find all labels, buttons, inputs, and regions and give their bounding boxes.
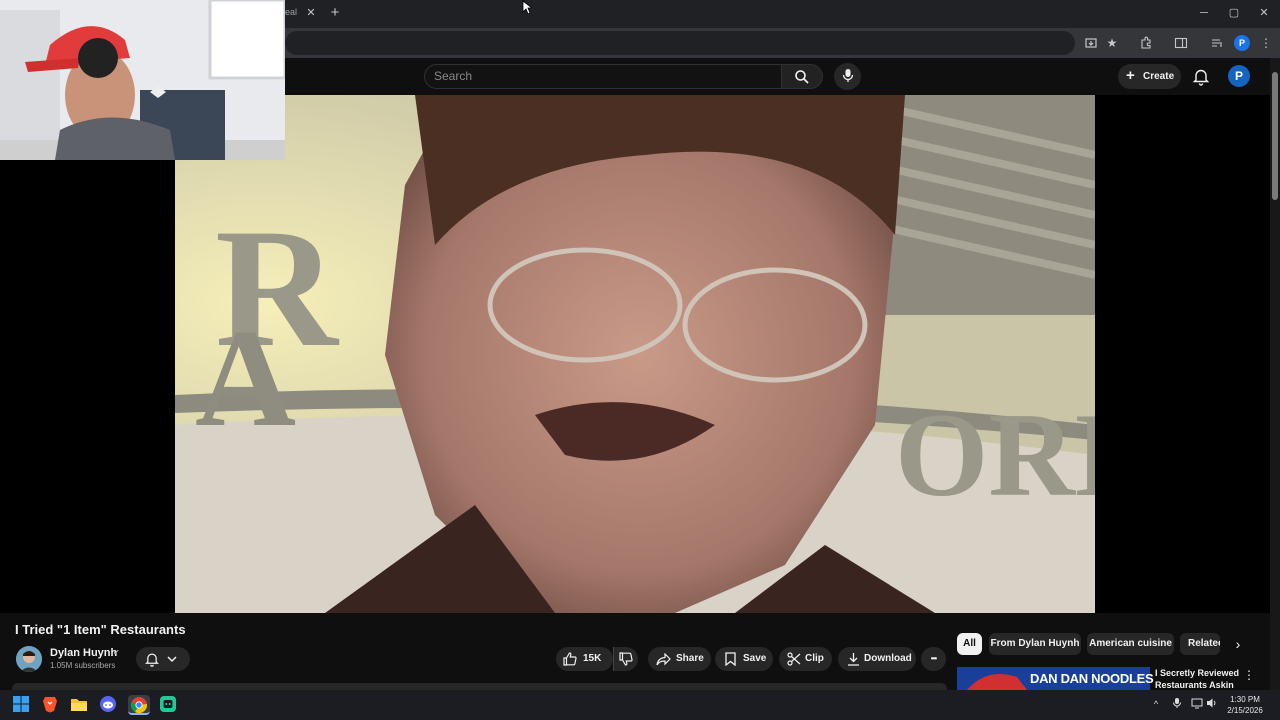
dislike-button[interactable]	[613, 647, 638, 671]
browser-menu-icon[interactable]: ⋮	[1256, 33, 1276, 53]
chrome-icon[interactable]	[128, 695, 150, 715]
bookmark-star-icon[interactable]: ★	[1102, 33, 1122, 53]
discord-icon[interactable]	[99, 695, 119, 715]
notifications-button[interactable]	[1190, 66, 1212, 88]
video-title: I Tried "1 Item" Restaurants	[15, 622, 186, 637]
svg-text:ORK: ORK	[895, 388, 1095, 521]
taskbar-clock[interactable]: 1:30 PM 2/15/2026	[1222, 694, 1268, 716]
windows-taskbar	[0, 690, 1280, 720]
tray-chevron-icon[interactable]: ^	[1149, 697, 1163, 711]
chip-american-cuisine[interactable]: American cuisine	[1087, 633, 1174, 655]
search-icon	[795, 70, 809, 84]
chip-all[interactable]: All	[957, 633, 982, 655]
extensions-icon[interactable]	[1136, 33, 1156, 53]
share-button[interactable]: Share	[648, 647, 711, 671]
recommended-video-title-continued[interactable]: Restaurants Askin	[1155, 680, 1234, 690]
volume-icon[interactable]	[1205, 697, 1219, 711]
clip-label: Clip	[805, 653, 824, 664]
tab-close-icon[interactable]: ✕	[304, 5, 318, 21]
account-avatar[interactable]: P	[1228, 65, 1250, 87]
create-label: Create	[1143, 71, 1175, 82]
download-icon	[848, 653, 859, 666]
subscriber-count: 1.05M subscribers	[50, 661, 116, 670]
chevron-down-icon	[167, 656, 177, 663]
save-label: Save	[743, 653, 767, 664]
description-box[interactable]	[12, 683, 947, 690]
scissors-icon	[787, 652, 801, 666]
channel-name[interactable]: Dylan Huynh	[50, 647, 117, 659]
download-button[interactable]: Download	[838, 647, 916, 671]
save-button[interactable]: Save	[715, 647, 773, 671]
file-explorer-icon[interactable]	[70, 695, 90, 715]
clock-date: 2/15/2026	[1227, 706, 1263, 715]
video-frame[interactable]: R A ORK	[175, 95, 1095, 613]
create-button[interactable]: + Create	[1118, 64, 1181, 89]
chip-related[interactable]: Relatec	[1180, 633, 1220, 655]
recommended-video-title[interactable]: I Secretly Reviewed	[1155, 668, 1239, 678]
thumbs-down-icon	[619, 652, 633, 666]
search-button[interactable]	[781, 64, 823, 89]
side-panel-icon[interactable]	[1171, 33, 1191, 53]
brave-browser-icon[interactable]	[41, 695, 61, 715]
webcam-overlay	[0, 0, 285, 160]
install-app-icon[interactable]	[1081, 33, 1101, 53]
verified-badge-icon: ✔	[113, 648, 120, 657]
bookmark-icon	[725, 652, 736, 666]
svg-text:A: A	[195, 301, 296, 456]
media-control-icon[interactable]	[1207, 33, 1227, 53]
tab-title[interactable]: eal	[285, 7, 297, 17]
like-button[interactable]: 15K	[556, 647, 613, 671]
download-label: Download	[864, 653, 912, 664]
mouse-cursor	[522, 0, 534, 20]
address-bar[interactable]	[285, 31, 1075, 55]
subscription-notifications-button[interactable]	[136, 647, 190, 671]
microphone-tray-icon[interactable]	[1170, 697, 1184, 711]
channel-avatar[interactable]	[16, 646, 42, 672]
clip-button[interactable]: Clip	[779, 647, 832, 671]
bell-icon	[145, 653, 159, 667]
chip-from-channel[interactable]: From Dylan Huynh	[989, 633, 1081, 655]
more-actions-button[interactable]: •••	[921, 647, 946, 671]
like-count: 15K	[583, 653, 602, 664]
scrollbar-thumb[interactable]	[1272, 72, 1278, 200]
microphone-icon	[842, 69, 854, 82]
network-icon[interactable]	[1190, 697, 1204, 711]
close-window-button[interactable]: ✕	[1250, 4, 1278, 22]
thumbnail-caption: DAN DAN NOODLES	[1030, 671, 1154, 686]
minimize-button[interactable]: ─	[1190, 4, 1218, 22]
new-tab-button[interactable]: +	[327, 4, 343, 22]
share-icon	[656, 653, 671, 666]
app-icon[interactable]	[159, 695, 179, 715]
restore-button[interactable]: ▢	[1220, 4, 1248, 22]
share-label: Share	[676, 653, 704, 664]
browser-profile-avatar[interactable]: P	[1234, 35, 1250, 51]
windows-start-icon[interactable]	[12, 695, 32, 715]
clock-time: 1:30 PM	[1230, 695, 1260, 704]
voice-search-button[interactable]	[834, 63, 861, 90]
plus-icon: +	[1126, 67, 1135, 84]
thumbs-up-icon	[563, 652, 577, 666]
kebab-menu-icon[interactable]: ⋮	[1243, 668, 1255, 684]
chevron-right-icon[interactable]: ›	[1228, 634, 1248, 654]
bell-icon	[1193, 69, 1209, 86]
search-input[interactable]: Search	[424, 64, 782, 89]
